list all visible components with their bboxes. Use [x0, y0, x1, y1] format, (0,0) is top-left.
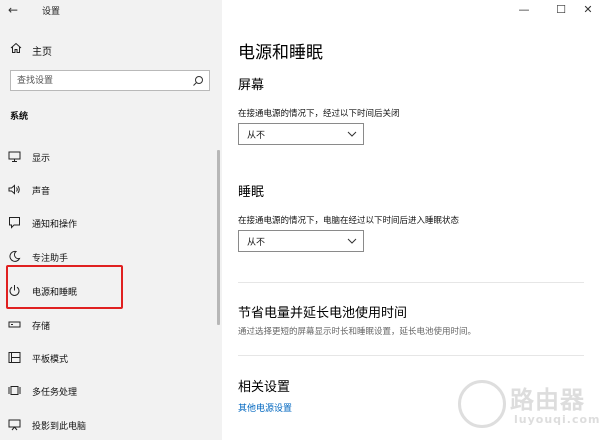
search-box	[10, 70, 210, 91]
watermark-logo: 路由器 luyouqi.com	[458, 378, 600, 438]
storage-icon	[8, 321, 21, 328]
search-icon[interactable]	[192, 75, 204, 87]
divider	[238, 355, 584, 356]
sidebar-item-label: 多任务处理	[32, 388, 78, 398]
page-title: 电源和睡眠	[238, 43, 323, 63]
sleep-heading: 睡眠	[238, 185, 265, 200]
speaker-icon	[8, 184, 20, 195]
screen-heading: 屏幕	[238, 78, 265, 93]
multitask-icon	[8, 386, 21, 395]
home-icon	[10, 42, 22, 53]
projector-icon	[8, 419, 21, 431]
related-settings-heading: 相关设置	[238, 380, 291, 395]
sidebar: ← 设置 主页 系统 显示 声音	[0, 0, 222, 440]
sidebar-item-label: 专注助手	[32, 254, 69, 264]
watermark-text: 路由器	[510, 386, 585, 414]
sidebar-item-label: 通知和操作	[32, 220, 78, 230]
sleep-timeout-select[interactable]: 从不	[238, 230, 364, 252]
notification-icon	[9, 217, 20, 229]
screen-timeout-value: 从不	[247, 131, 266, 141]
search-input[interactable]	[17, 74, 187, 88]
screen-description: 在接通电源的情况下，经过以下时间后关闭	[238, 109, 400, 119]
app-title: 设置	[42, 7, 61, 17]
sidebar-item-label: 主页	[32, 47, 52, 58]
sidebar-item-home[interactable]: 主页	[0, 36, 222, 62]
additional-power-settings-link[interactable]: 其他电源设置	[238, 401, 292, 414]
highlight-annotation	[6, 265, 123, 309]
chevron-down-icon	[347, 238, 357, 244]
sidebar-item-multitasking[interactable]: 多任务处理	[0, 376, 222, 404]
battery-heading: 节省电量并延长电池使用时间	[238, 306, 408, 321]
sidebar-item-sound[interactable]: 声音	[0, 175, 222, 203]
sidebar-item-project-to-pc[interactable]: 投影到此电脑	[0, 410, 222, 438]
title-bar: ← 设置	[0, 0, 222, 22]
sidebar-item-tablet-mode[interactable]: 平板模式	[0, 343, 222, 371]
router-logo-icon	[458, 380, 506, 428]
sidebar-item-notifications[interactable]: 通知和操作	[0, 208, 222, 236]
section-label-system: 系统	[10, 112, 29, 122]
sidebar-item-label: 存储	[32, 322, 51, 332]
sidebar-item-label: 声音	[32, 187, 51, 197]
screen-timeout-select[interactable]: 从不	[238, 123, 364, 145]
back-button[interactable]: ←	[8, 2, 26, 18]
sleep-timeout-value: 从不	[247, 238, 266, 248]
sidebar-scrollbar[interactable]	[217, 150, 220, 325]
sidebar-item-label: 平板模式	[32, 355, 69, 365]
watermark-subtext: luyouqi.com	[514, 413, 600, 426]
main-content: 电源和睡眠 屏幕 在接通电源的情况下，经过以下时间后关闭 从不 睡眠 在接通电源…	[222, 0, 600, 440]
sidebar-item-label: 投影到此电脑	[32, 422, 87, 432]
display-icon	[8, 151, 21, 162]
tablet-icon	[8, 352, 21, 363]
sidebar-item-label: 显示	[32, 154, 51, 164]
chevron-down-icon	[347, 131, 357, 137]
battery-description: 通过选择更短的屏幕显示时长和睡眠设置，延长电池使用时间。	[238, 327, 477, 337]
moon-icon	[9, 250, 21, 262]
sidebar-item-storage[interactable]: 存储	[0, 310, 222, 338]
sleep-description: 在接通电源的情况下，电脑在经过以下时间后进入睡眠状态	[238, 216, 460, 226]
sidebar-item-display[interactable]: 显示	[0, 142, 222, 170]
divider	[238, 282, 584, 283]
